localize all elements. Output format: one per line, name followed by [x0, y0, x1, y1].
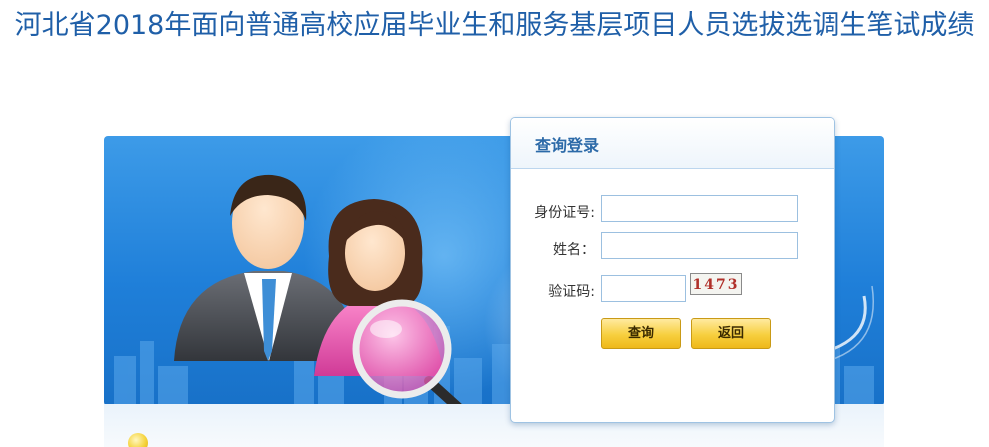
login-title: 查询登录 — [535, 136, 600, 155]
captcha-image[interactable]: 1473 — [690, 273, 742, 295]
name-label: 姓名： — [553, 242, 595, 258]
back-button[interactable]: 返回 — [691, 318, 771, 349]
id-number-label: 身份证号: — [534, 205, 595, 221]
query-button[interactable]: 查询 — [601, 318, 681, 349]
captcha-label: 验证码: — [548, 284, 595, 300]
page: 河北省2018年面向普通高校应届毕业生和服务基层项目人员选拔选调生笔试成绩 查询… — [0, 0, 989, 447]
id-number-input[interactable] — [601, 195, 798, 222]
captcha-input[interactable] — [601, 275, 686, 302]
name-input[interactable] — [601, 232, 798, 259]
login-panel: 查询登录 身份证号: 姓名： 验证码: 1473 查询 返回 — [510, 117, 835, 423]
captcha-text: 1473 — [692, 277, 740, 293]
page-title: 河北省2018年面向普通高校应届毕业生和服务基层项目人员选拔选调生笔试成绩 — [14, 10, 975, 41]
users-search-icon — [174, 174, 465, 406]
bulb-icon — [128, 433, 148, 447]
